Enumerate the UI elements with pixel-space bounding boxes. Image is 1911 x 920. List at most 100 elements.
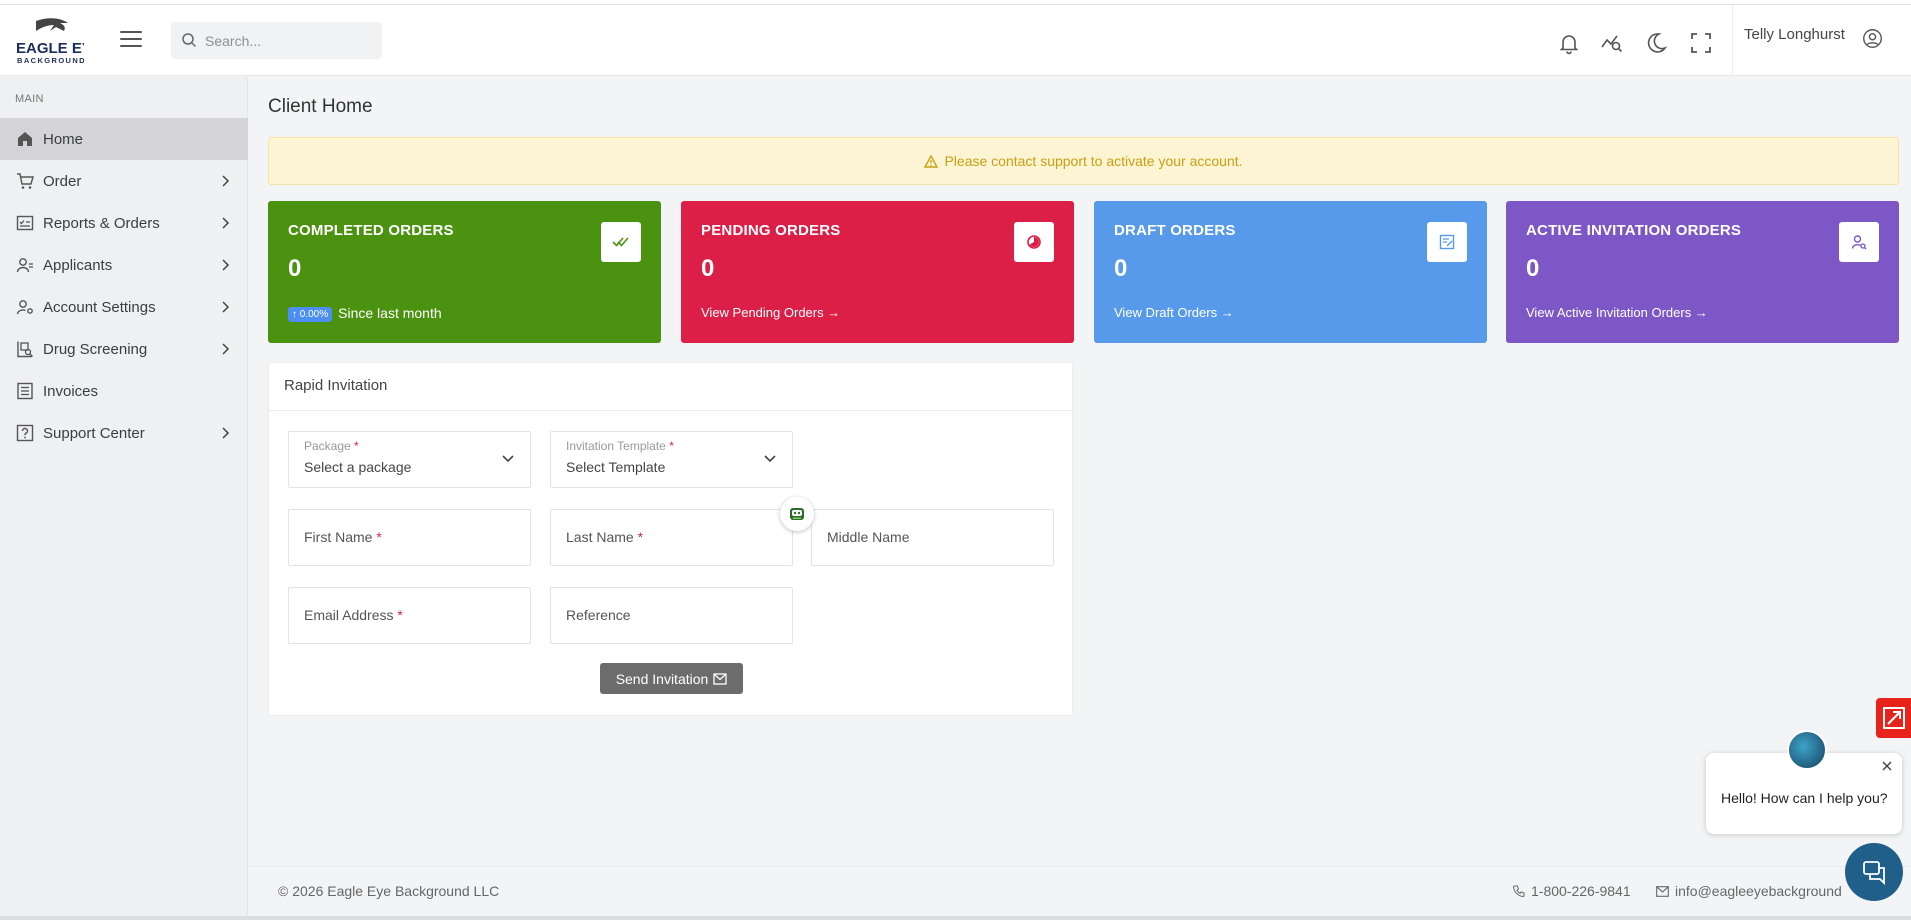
panel-title: Rapid Invitation [284,377,388,394]
chat-launcher-button[interactable] [1845,843,1903,901]
drug-screening-icon [16,340,34,358]
user-profile-icon[interactable] [1862,28,1883,49]
main-content: Client Home Please contact support to ac… [248,77,1911,920]
sidebar-item-reports-orders[interactable]: Reports & Orders [0,202,248,244]
since-last-month-text: Since last month [338,305,442,321]
card-footer: ↑ 0.00% Since last month [288,305,442,322]
package-select[interactable]: Package * Select a package [288,431,531,488]
percent-badge: ↑ 0.00% [288,307,333,322]
view-pending-orders-link[interactable]: View Pending Orders → [701,305,840,320]
sidebar-item-drug-screening[interactable]: Drug Screening [0,328,248,370]
send-invitation-label: Send Invitation [615,670,709,687]
sidebar-item-support-center[interactable]: Support Center [0,412,248,454]
draft-orders-card: DRAFT ORDERS 0 View Draft Orders → [1094,201,1487,343]
panel-header: Rapid Invitation [269,363,1072,411]
last-name-field[interactable]: Last Name * [550,509,793,566]
phone-icon [1513,885,1525,897]
search-box[interactable] [171,22,382,59]
fullscreen-icon[interactable] [1689,31,1713,55]
view-draft-orders-link[interactable]: View Draft Orders → [1114,305,1234,320]
page-title: Client Home [268,96,373,117]
email-address-field[interactable]: Email Address * [288,587,531,644]
last-name-placeholder: Last Name * [566,529,644,545]
reference-field[interactable]: Reference [550,587,793,644]
package-label: Package * [304,439,359,453]
report-icon [16,214,34,232]
sidebar-item-label: Reports & Orders [43,214,160,232]
sidebar-item-label: Support Center [43,424,145,442]
chevron-right-icon [222,301,230,313]
side-widget-tab[interactable] [1876,698,1911,738]
email-address-placeholder: Email Address * [304,607,403,623]
chevron-right-icon [222,343,230,355]
view-active-invitation-orders-link[interactable]: View Active Invitation Orders → [1526,305,1708,320]
eagle-eye-logo[interactable]: EAGLE EYE BACKGROUNDS [16,15,102,73]
menu-toggle-icon[interactable] [120,31,142,49]
search-icon [182,33,197,48]
sidebar-item-account-settings[interactable]: Account Settings [0,286,248,328]
card-value: 0 [1526,255,1540,282]
sidebar: MAIN Home Order Reports & Orders Applica… [0,77,248,920]
svg-text:EAGLE EYE: EAGLE EYE [16,40,84,57]
user-settings-icon [16,298,34,316]
activation-alert: Please contact support to activate your … [268,137,1899,185]
applicants-icon [16,256,34,274]
sidebar-item-label: Home [43,130,84,148]
reference-placeholder: Reference [566,607,631,623]
footer: © 2026 Eagle Eye Background LLC 1-800-22… [248,866,1911,916]
invoice-icon [16,382,34,400]
sidebar-item-invoices[interactable]: Invoices [0,370,248,412]
zoom-widget-icon [1882,707,1905,729]
send-invitation-button[interactable]: Send Invitation [600,663,743,694]
footer-email[interactable]: info@eagleeyebackground [1656,883,1842,899]
footer-phone[interactable]: 1-800-226-9841 [1513,883,1631,899]
user-name[interactable]: Telly Longhurst [1744,26,1845,43]
sidebar-item-label: Order [43,172,82,190]
support-icon [16,424,34,442]
card-value: 0 [1114,255,1128,282]
completed-orders-card: COMPLETED ORDERS 0 ↑ 0.00% Since last mon… [268,201,661,343]
alert-text: Please contact support to activate your … [944,153,1243,169]
cart-icon [16,172,34,190]
home-icon [16,130,34,148]
card-value: 0 [701,255,715,282]
chevron-right-icon [222,175,230,187]
sidebar-item-order[interactable]: Order [0,160,248,202]
card-title: PENDING ORDERS [701,222,841,239]
mail-icon [1656,885,1669,897]
envelope-icon [713,672,727,685]
chevron-right-icon [222,217,230,229]
chevron-right-icon [222,259,230,271]
warning-icon [924,154,939,168]
sidebar-item-label: Invoices [43,382,99,400]
sidebar-item-label: Drug Screening [43,340,148,358]
dark-mode-icon[interactable] [1644,31,1668,55]
sidebar-item-label: Account Settings [43,298,156,316]
assistant-bot-icon[interactable] [780,497,814,531]
copyright-text: © 2026 Eagle Eye Background LLC [278,883,500,899]
close-icon[interactable] [1880,759,1894,773]
chevron-down-icon [502,455,514,463]
chat-agent-avatar [1787,730,1827,770]
sidebar-item-home[interactable]: Home [0,118,248,160]
bottom-border [0,916,1911,920]
middle-name-placeholder: Middle Name [827,529,910,545]
double-check-icon [601,222,641,262]
sidebar-item-applicants[interactable]: Applicants [0,244,248,286]
bell-icon[interactable] [1557,31,1581,55]
pending-orders-card: PENDING ORDERS 0 View Pending Orders → [681,201,1074,343]
sidebar-menu: Home Order Reports & Orders Applicants A… [0,118,248,454]
rapid-invitation-panel: Rapid Invitation Package * Select a pack… [268,362,1073,716]
search-input[interactable] [205,22,375,59]
draft-icon [1427,222,1467,262]
card-title: ACTIVE INVITATION ORDERS [1526,222,1742,239]
invitation-template-select[interactable]: Invitation Template * Select Template [550,431,793,488]
analytics-search-icon[interactable] [1600,31,1624,55]
middle-name-field[interactable]: Middle Name [811,509,1054,566]
card-value: 0 [288,255,302,282]
first-name-field[interactable]: First Name * [288,509,531,566]
invitation-template-label: Invitation Template * [566,439,674,453]
chat-greeting-text: Hello! How can I help you? [1721,790,1888,806]
card-title: DRAFT ORDERS [1114,222,1236,239]
card-title: COMPLETED ORDERS [288,222,454,239]
